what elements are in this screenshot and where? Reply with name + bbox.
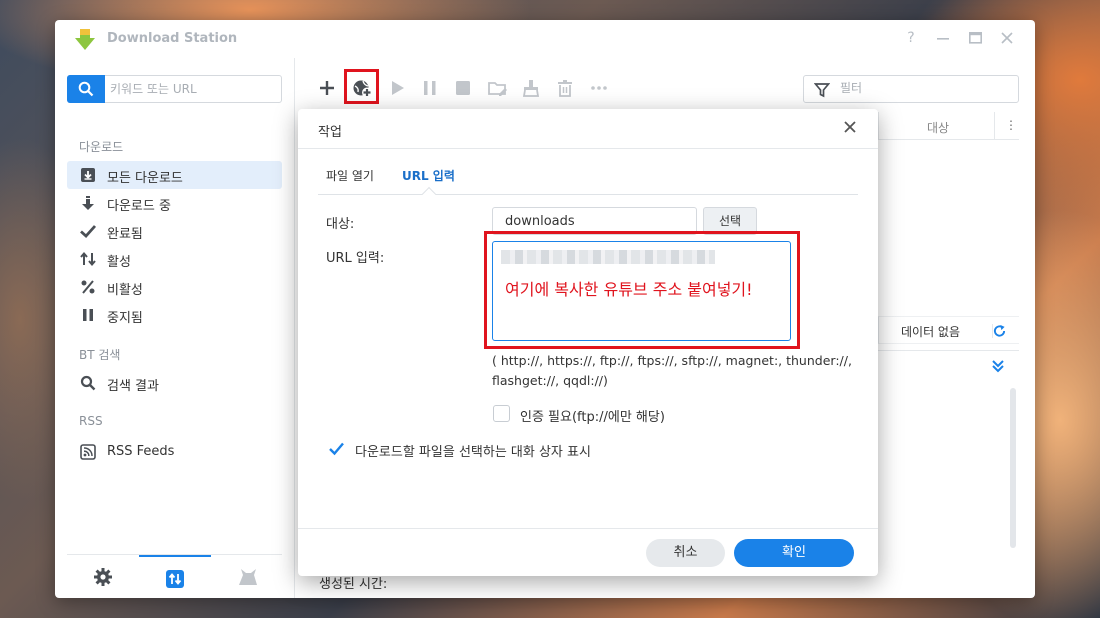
help-icon[interactable]: ? — [903, 30, 919, 46]
add-url-icon — [353, 80, 372, 98]
filter-box — [803, 75, 1019, 103]
download-station-logo-icon — [75, 29, 95, 50]
sidebar-item-completed[interactable]: 완료됨 — [67, 217, 282, 245]
arrow-down-icon — [82, 196, 94, 210]
check-icon — [80, 225, 97, 238]
dialog-title: 작업 — [318, 125, 342, 140]
search-input[interactable] — [110, 80, 275, 98]
transfer-icon — [166, 570, 184, 588]
title-bar: Download Station ? — [55, 20, 1035, 58]
sidebar-item-active[interactable]: 활성 — [67, 245, 282, 273]
filter-input[interactable] — [840, 81, 1010, 95]
refresh-icon[interactable] — [992, 324, 1006, 338]
dialog-header-divider — [298, 148, 878, 149]
add-icon — [320, 81, 334, 95]
clear-icon — [522, 80, 540, 97]
search-icon — [78, 81, 94, 97]
tab-underline — [318, 194, 858, 195]
column-menu[interactable]: ⋮ — [994, 112, 1019, 140]
sidebar-item-downloading[interactable]: 다운로드 중 — [67, 189, 282, 217]
filter-icon — [814, 83, 830, 98]
dest-label: 대상: — [326, 217, 355, 232]
more-vertical-icon: ⋮ — [1005, 118, 1017, 132]
pause-icon — [424, 81, 436, 95]
settings-tab[interactable] — [67, 555, 139, 598]
search-box — [67, 75, 282, 103]
transfer-tab[interactable] — [139, 555, 211, 598]
minimize-icon[interactable] — [935, 30, 951, 46]
supported-protocols: ( http://, https://, ftp://, ftps://, sf… — [492, 353, 852, 388]
more-button[interactable] — [588, 77, 610, 99]
emule-tab[interactable] — [211, 555, 283, 598]
sidebar-item-label: 중지됨 — [107, 311, 143, 326]
stop-button[interactable] — [452, 77, 474, 99]
column-header-target[interactable]: 대상 — [878, 112, 994, 140]
resume-button[interactable] — [386, 77, 408, 99]
add-task-dialog: 작업 파일 열기 URL 입력 대상: 선택 URL 입력: 여기에 복사한 유… — [298, 109, 878, 576]
more-icon — [591, 86, 607, 90]
search-icon — [80, 375, 96, 391]
clear-completed-button[interactable] — [520, 77, 542, 99]
up-down-arrows-icon — [80, 251, 96, 267]
checkmark-icon — [329, 442, 344, 456]
scrollbar[interactable] — [1010, 388, 1016, 548]
stop-icon — [456, 81, 470, 95]
close-window-icon[interactable] — [999, 30, 1015, 46]
search-button[interactable] — [67, 75, 105, 103]
pause-button[interactable] — [419, 77, 441, 99]
folder-edit-icon — [488, 82, 507, 96]
sidebar-item-all-downloads[interactable]: 모든 다운로드 — [67, 161, 282, 189]
emule-icon — [239, 569, 257, 585]
divider — [878, 350, 1019, 351]
cancel-button[interactable]: 취소 — [646, 539, 725, 567]
section-bt-search: BT 검색 — [79, 348, 121, 362]
sidebar-item-label: 다운로드 중 — [107, 199, 171, 214]
show-dialog-checkbox[interactable] — [328, 440, 345, 457]
percent-icon — [81, 280, 95, 294]
status-text: 데이터 없음 — [901, 325, 961, 339]
url-highlight-box — [484, 231, 800, 349]
app-title: Download Station — [107, 31, 238, 46]
delete-icon — [558, 80, 572, 97]
ok-button[interactable]: 확인 — [734, 539, 854, 567]
auth-checkbox[interactable] — [493, 405, 510, 422]
status-bar: 데이터 없음 — [878, 316, 1019, 344]
sidebar-bottom-tabs — [67, 554, 282, 598]
add-button[interactable] — [316, 77, 338, 99]
sidebar: 다운로드 모든 다운로드 다운로드 중 완료됨 — [55, 58, 295, 598]
sidebar-item-rss-feeds[interactable]: RSS Feeds — [67, 438, 282, 466]
close-icon[interactable] — [842, 119, 858, 135]
edit-destination-button[interactable] — [486, 77, 508, 99]
delete-button[interactable] — [554, 77, 576, 99]
tab-open-file[interactable]: 파일 열기 — [326, 167, 374, 184]
section-download: 다운로드 — [79, 140, 124, 154]
tab-url-input[interactable]: URL 입력 — [402, 167, 455, 184]
sidebar-item-label: 모든 다운로드 — [107, 171, 183, 186]
download-box-icon — [81, 168, 95, 182]
add-url-button[interactable] — [351, 77, 373, 99]
sidebar-item-label: 완료됨 — [107, 227, 143, 242]
rss-icon — [80, 444, 96, 460]
auth-label: 인증 필요(ftp://에만 해당) — [520, 410, 665, 425]
active-tab-caret — [421, 186, 437, 202]
sidebar-item-label: RSS Feeds — [107, 444, 175, 459]
gear-icon — [94, 568, 112, 586]
dialog-footer-divider — [298, 528, 878, 529]
sidebar-item-label: 검색 결과 — [107, 379, 159, 394]
sidebar-item-label: 활성 — [107, 255, 131, 270]
sidebar-item-stopped[interactable]: 중지됨 — [67, 301, 282, 329]
pause-icon — [83, 309, 93, 321]
section-rss: RSS — [79, 414, 103, 428]
maximize-icon[interactable] — [967, 30, 983, 46]
column-header-label: 대상 — [927, 121, 950, 135]
url-label: URL 입력: — [326, 251, 385, 266]
play-icon — [392, 81, 404, 95]
show-dialog-label: 다운로드할 파일을 선택하는 대화 상자 표시 — [355, 445, 591, 460]
sidebar-item-label: 비활성 — [107, 283, 143, 298]
sidebar-item-search-results[interactable]: 검색 결과 — [67, 369, 282, 397]
sidebar-item-inactive[interactable]: 비활성 — [67, 273, 282, 301]
double-chevron-down-icon[interactable] — [990, 358, 1006, 374]
